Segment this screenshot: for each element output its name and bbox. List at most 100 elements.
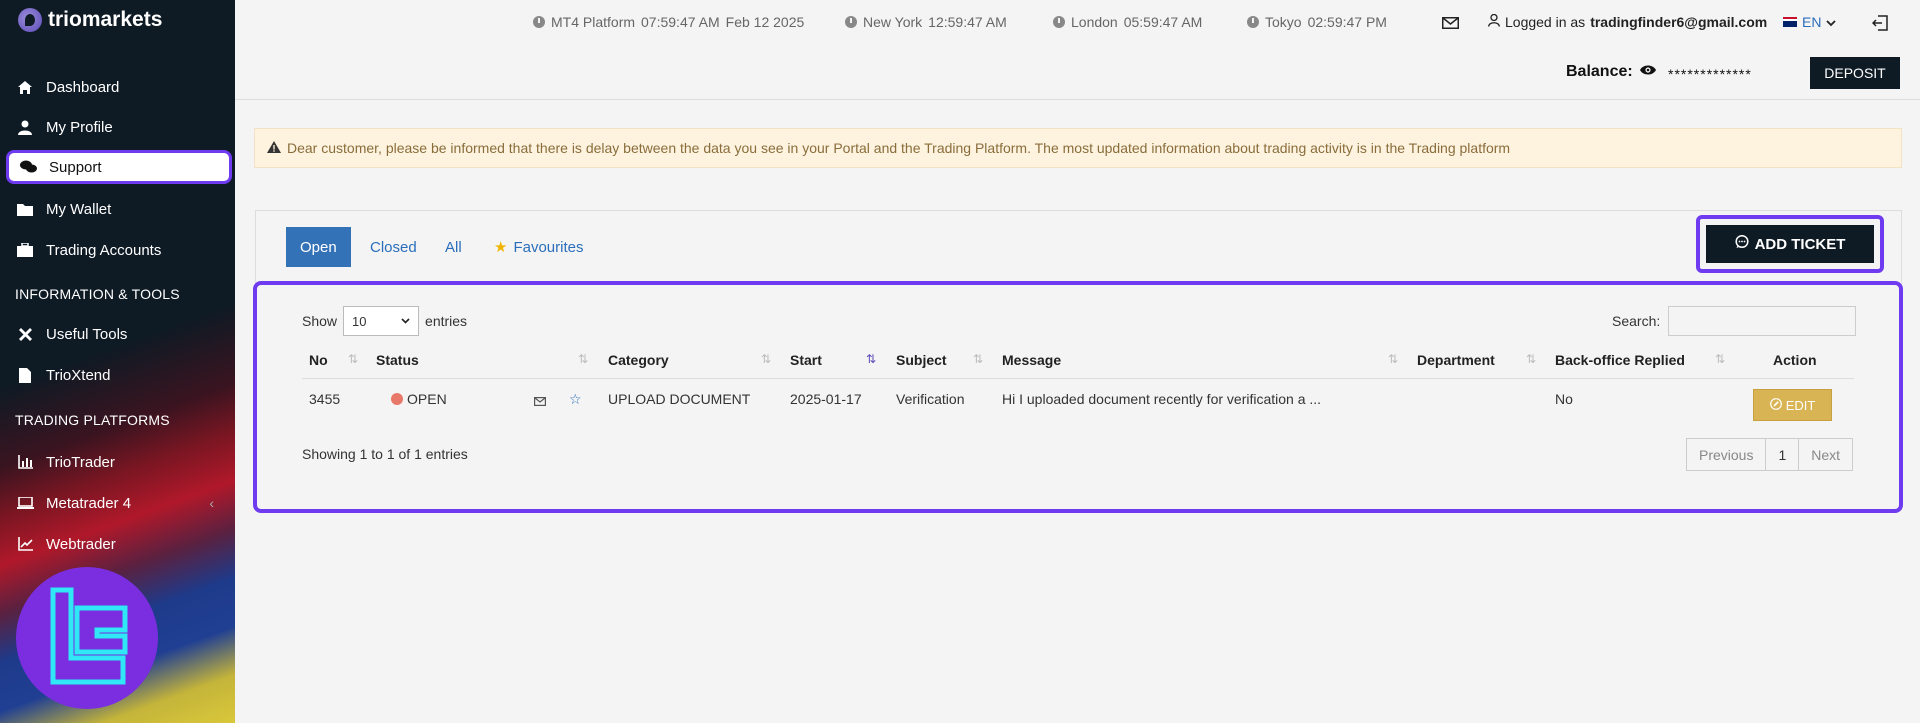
favourite-star-icon[interactable]: ☆ bbox=[569, 391, 582, 408]
warning-icon bbox=[267, 140, 281, 156]
sort-icon[interactable]: ⇅ bbox=[761, 352, 771, 366]
sidebar-item-label: TrioTrader bbox=[46, 453, 115, 471]
sidebar-item-label: My Profile bbox=[46, 118, 113, 136]
section-heading-information-tools: INFORMATION & TOOLS bbox=[15, 286, 180, 302]
sidebar-item-trioxtend[interactable]: TrioXtend bbox=[6, 358, 232, 392]
deposit-button[interactable]: DEPOSIT bbox=[1810, 57, 1900, 89]
language-label: EN bbox=[1802, 14, 1822, 30]
column-header-no[interactable]: No bbox=[309, 352, 328, 368]
tab-closed[interactable]: Closed bbox=[356, 227, 431, 267]
laptop-icon bbox=[16, 494, 34, 512]
column-header-department[interactable]: Department bbox=[1417, 352, 1495, 368]
sidebar-item-triotrader[interactable]: TrioTrader bbox=[6, 445, 232, 479]
clock-date: Feb 12 2025 bbox=[725, 14, 805, 30]
sidebar-item-metatrader-4[interactable]: Metatrader 4 ‹ bbox=[6, 486, 232, 520]
tab-open[interactable]: Open bbox=[286, 227, 351, 267]
chevron-left-icon[interactable]: ‹ bbox=[209, 495, 214, 511]
logged-in-user: Logged in as tradingfinder6@gmail.com bbox=[1488, 13, 1768, 30]
notice-text: Dear customer, please be informed that t… bbox=[287, 140, 1511, 156]
star-icon: ★ bbox=[494, 239, 508, 256]
logout-icon bbox=[1871, 15, 1888, 34]
logout-button[interactable] bbox=[1871, 15, 1888, 34]
page-1-button[interactable]: 1 bbox=[1766, 439, 1800, 470]
sort-icon[interactable]: ⇅ bbox=[1526, 352, 1536, 366]
clock-icon bbox=[1053, 16, 1065, 28]
envelope-icon[interactable] bbox=[534, 393, 547, 409]
sidebar-item-label: My Wallet bbox=[46, 200, 112, 218]
eye-icon[interactable] bbox=[1639, 63, 1657, 81]
page-size-select[interactable]: 10 bbox=[343, 306, 420, 336]
sort-icon[interactable]: ⇅ bbox=[348, 352, 358, 366]
column-header-category[interactable]: Category bbox=[608, 352, 669, 368]
edit-button[interactable]: EDIT bbox=[1753, 389, 1832, 421]
sidebar-item-useful-tools[interactable]: Useful Tools bbox=[6, 317, 232, 351]
column-header-message[interactable]: Message bbox=[1002, 352, 1061, 368]
cell-start: 2025-01-17 bbox=[790, 391, 862, 407]
sidebar-item-dashboard[interactable]: Dashboard bbox=[6, 70, 232, 104]
mail-button[interactable] bbox=[1442, 16, 1459, 32]
clock-mt4-platform: MT4 Platform 07:59:47 AM Feb 12 2025 bbox=[533, 14, 804, 30]
entries-label: entries bbox=[425, 313, 468, 329]
column-header-back-office-replied[interactable]: Back-office Replied bbox=[1555, 352, 1685, 368]
folder-icon bbox=[16, 200, 34, 218]
add-ticket-label: ADD TICKET bbox=[1754, 235, 1846, 253]
uk-flag-icon bbox=[1783, 17, 1797, 27]
comment-icon bbox=[1735, 234, 1749, 253]
brand-name: triomarkets bbox=[48, 8, 163, 31]
clock-label: London bbox=[1071, 14, 1118, 30]
add-ticket-button[interactable]: ADD TICKET bbox=[1706, 225, 1874, 263]
sidebar-item-label: Support bbox=[49, 158, 102, 176]
edit-label: EDIT bbox=[1785, 397, 1816, 413]
cell-replied: No bbox=[1555, 391, 1573, 407]
chevron-down-icon bbox=[1826, 14, 1837, 30]
cell-no: 3455 bbox=[309, 391, 341, 407]
sidebar-item-trading-accounts[interactable]: Trading Accounts bbox=[6, 233, 232, 267]
sort-desc-icon[interactable]: ⇅ bbox=[866, 352, 876, 366]
search-label: Search: bbox=[1612, 313, 1661, 329]
sort-icon[interactable]: ⇅ bbox=[1388, 352, 1398, 366]
sort-icon[interactable]: ⇅ bbox=[578, 352, 588, 366]
column-header-subject[interactable]: Subject bbox=[896, 352, 947, 368]
sidebar-item-webtrader[interactable]: Webtrader bbox=[6, 527, 232, 561]
chat-icon bbox=[19, 158, 37, 176]
balance-label-group: Balance: bbox=[1566, 63, 1657, 81]
balance-label: Balance: bbox=[1566, 63, 1633, 80]
clock-time: 12:59:47 AM bbox=[928, 14, 1007, 30]
pencil-icon bbox=[1769, 397, 1782, 413]
previous-button[interactable]: Previous bbox=[1687, 439, 1767, 470]
bar-chart-icon bbox=[16, 453, 34, 471]
briefcase-icon bbox=[16, 241, 34, 259]
logged-in-prefix: Logged in as bbox=[1505, 14, 1586, 30]
page-size-value: 10 bbox=[352, 313, 367, 329]
sidebar-item-my-wallet[interactable]: My Wallet bbox=[6, 192, 232, 226]
column-header-status[interactable]: Status bbox=[376, 352, 419, 368]
tab-favourites[interactable]: ★ Favourites bbox=[480, 227, 597, 267]
page-size-control: Show 10 entries bbox=[302, 306, 467, 336]
sort-icon[interactable]: ⇅ bbox=[973, 352, 983, 366]
cell-category: UPLOAD DOCUMENT bbox=[608, 391, 751, 407]
watermark-logo bbox=[16, 567, 158, 709]
cell-subject: Verification bbox=[896, 391, 965, 407]
sidebar-item-support[interactable]: Support bbox=[6, 150, 232, 184]
search-input[interactable] bbox=[1668, 306, 1857, 336]
line-chart-icon bbox=[16, 535, 34, 553]
language-selector[interactable]: EN bbox=[1783, 14, 1837, 30]
sidebar-item-my-profile[interactable]: My Profile bbox=[6, 110, 232, 144]
brand-logo[interactable]: triomarkets bbox=[18, 8, 162, 32]
next-button[interactable]: Next bbox=[1799, 439, 1852, 470]
clock-label: MT4 Platform bbox=[551, 14, 636, 30]
sort-icon[interactable]: ⇅ bbox=[1715, 352, 1725, 366]
status-dot-icon bbox=[391, 393, 403, 405]
column-header-start[interactable]: Start bbox=[790, 352, 822, 368]
pagination: Previous 1 Next bbox=[1686, 438, 1854, 471]
user-icon bbox=[16, 118, 34, 136]
clock-london: London 05:59:47 AM bbox=[1053, 14, 1202, 30]
user-email: tradingfinder6@gmail.com bbox=[1590, 14, 1768, 30]
column-header-action: Action bbox=[1773, 352, 1817, 368]
sidebar-item-label: Metatrader 4 bbox=[46, 494, 132, 512]
cell-message: Hi I uploaded document recently for veri… bbox=[1002, 391, 1322, 407]
status-text: OPEN bbox=[407, 391, 447, 407]
section-heading-trading-platforms: TRADING PLATFORMS bbox=[15, 412, 170, 428]
clock-icon bbox=[1247, 16, 1259, 28]
tab-all[interactable]: All bbox=[431, 227, 476, 267]
